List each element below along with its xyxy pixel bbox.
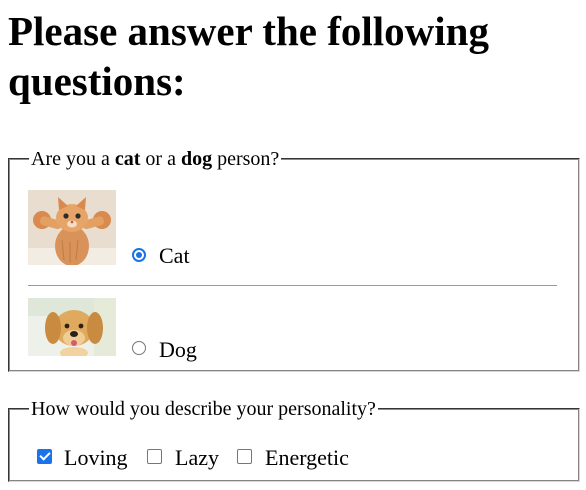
personality-question-legend: How would you describe your personality? — [31, 398, 376, 420]
energetic-label[interactable]: Energetic — [265, 446, 349, 470]
cat-radio[interactable] — [132, 248, 146, 262]
puppy-image — [28, 298, 116, 356]
loving-checkbox[interactable] — [37, 449, 52, 464]
loving-label[interactable]: Loving — [64, 446, 128, 470]
page-heading: Please answer the following questions: — [8, 8, 489, 104]
lazy-label[interactable]: Lazy — [175, 446, 219, 470]
personality-fieldset: How would you describe your personality?… — [8, 398, 580, 482]
pet-preference-fieldset: Are you a cat or a dog person? Cat Dog — [8, 148, 580, 372]
energetic-checkbox[interactable] — [237, 449, 252, 464]
lazy-checkbox[interactable] — [147, 449, 162, 464]
pet-question-legend: Are you a cat or a dog person? — [31, 148, 280, 170]
dog-label[interactable]: Dog — [159, 338, 197, 362]
dog-radio[interactable] — [132, 341, 146, 355]
options-divider — [28, 285, 557, 286]
kitten-image — [28, 190, 116, 265]
cat-label[interactable]: Cat — [159, 244, 190, 268]
